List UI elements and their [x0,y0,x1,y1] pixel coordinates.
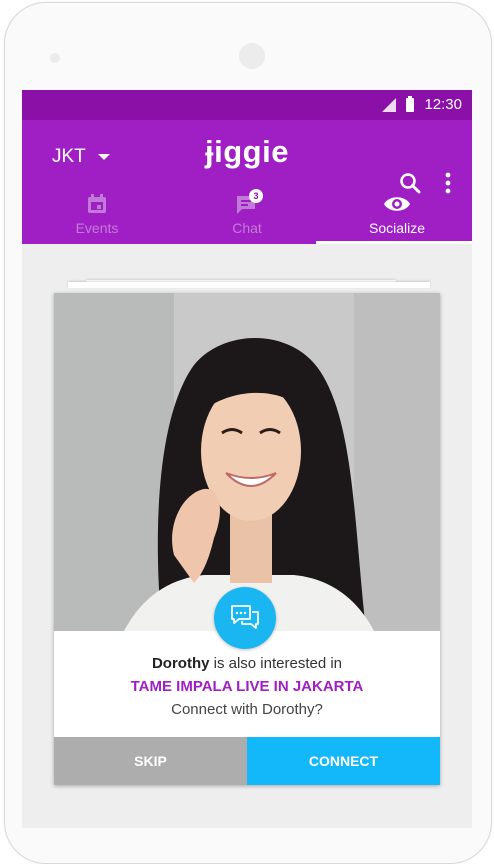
front-camera [239,43,265,69]
status-bar: 12:30 [22,90,472,120]
profile-card[interactable]: Dorothy is also interested in TAME IMPAL… [54,293,440,785]
profile-photo [54,293,440,631]
tab-bar: Events 3 Chat Socialize [22,186,472,244]
chat-fab-button[interactable] [214,587,276,649]
eye-icon [384,197,410,211]
chat-bubbles-icon [231,605,259,629]
card-stack-middle [68,282,430,288]
tab-events-label: Events [75,220,119,236]
connect-button[interactable]: CONNECT [247,737,440,785]
calendar-icon [88,194,106,213]
tab-chat-label: Chat [232,220,262,236]
battery-icon [406,95,415,112]
event-name[interactable]: TAME IMPALA LIVE IN JAKARTA [54,678,440,695]
camera-dot [50,53,60,63]
app-bar: JKT ɉiggie Events 3 Chat Socialize [22,120,472,244]
card-actions: SKIP CONNECT [54,737,440,785]
app-logo: ɉiggie [205,134,289,169]
interest-line: Dorothy is also interested in [54,655,440,672]
tab-socialize-label: Socialize [368,220,426,236]
interest-text: is also interested in [209,655,343,672]
match-info: Dorothy is also interested in TAME IMPAL… [54,655,440,718]
tab-chat[interactable]: 3 Chat [172,186,322,244]
app-screen: 12:30 JKT ɉiggie Events 3 Chat Socialize… [22,90,472,828]
user-name: Dorothy [151,655,210,672]
active-tab-indicator [316,241,472,244]
connect-prompt: Connect with Dorothy? [171,701,323,718]
tab-events[interactable]: Events [22,186,172,244]
chat-badge: 3 [249,189,263,203]
status-time: 12:30 [424,96,462,113]
skip-button[interactable]: SKIP [54,737,247,785]
signal-icon [382,97,397,112]
tab-socialize[interactable]: Socialize [322,186,472,244]
